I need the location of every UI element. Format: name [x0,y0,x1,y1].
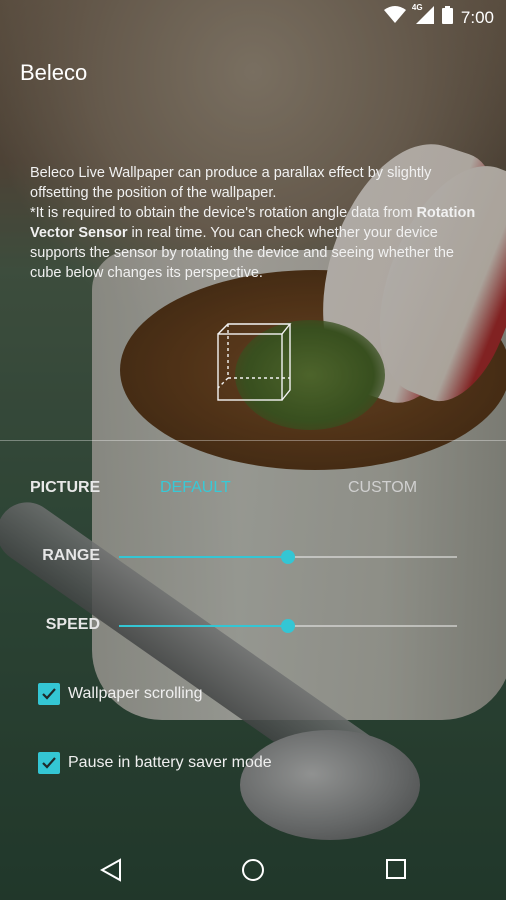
description-line-1: Beleco Live Wallpaper can produce a para… [30,165,432,201]
status-bar: 4G 7:00 [0,0,506,32]
checkmark-icon [42,757,56,769]
perspective-cube-icon [216,322,294,409]
network-type-label: 4G [411,3,423,12]
range-label: RANGE [42,547,100,564]
cell-signal-icon: 4G [411,3,434,29]
speed-slider-row: SPEED [0,614,506,638]
navigation-bar [0,844,506,900]
status-time: 7:00 [460,7,494,27]
wallpaper-scrolling-label: Wallpaper scrolling [68,685,203,702]
range-slider-row: RANGE [0,545,506,569]
pause-battery-saver-label: Pause in battery saver mode [68,754,272,771]
description-text: Beleco Live Wallpaper can produce a para… [30,163,480,283]
wallpaper-scrolling-checkbox[interactable] [38,683,60,705]
range-slider-thumb[interactable] [281,550,295,564]
range-slider-fill [119,556,288,558]
range-slider[interactable] [119,550,457,564]
section-divider [0,440,506,441]
description-line-2-prefix: *It is required to obtain the device's r… [30,205,417,221]
speed-label: SPEED [45,616,100,633]
app-title: Beleco [20,60,88,85]
speed-slider[interactable] [119,619,457,633]
back-icon[interactable] [99,858,122,887]
pause-battery-saver-option[interactable]: Pause in battery saver mode [38,751,272,775]
picture-option-custom[interactable]: CUSTOM [348,479,417,497]
home-icon[interactable] [241,858,265,887]
recents-icon[interactable] [385,858,407,885]
battery-icon [441,6,453,29]
speed-slider-fill [119,625,288,627]
picture-label: PICTURE [30,479,101,496]
picture-selector: PICTURE DEFAULT CUSTOM [30,479,476,499]
pause-battery-saver-checkbox[interactable] [38,752,60,774]
wifi-icon [383,6,406,29]
wallpaper-scrolling-option[interactable]: Wallpaper scrolling [38,682,203,706]
checkmark-icon [42,688,56,700]
picture-option-default[interactable]: DEFAULT [160,479,231,497]
speed-slider-thumb[interactable] [281,619,295,633]
